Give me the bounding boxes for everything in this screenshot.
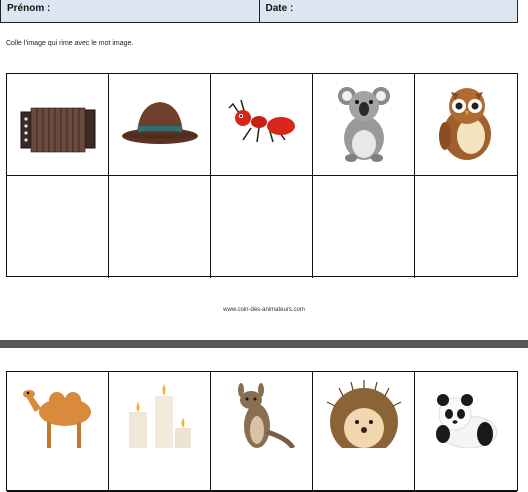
grid-cell-accordion [7,74,109,176]
owl-icon [439,88,491,160]
answer-cell[interactable] [211,176,313,278]
instruction-text: Colle l'image qui rime avec le mot image… [6,40,134,47]
grid-cell-kangaroo [211,372,313,492]
grid-cell-ant [211,74,313,176]
camel-icon [23,390,91,448]
panda-icon [436,394,498,448]
grid-cell-owl [415,74,517,176]
grid-cell-hedgehog [313,372,415,492]
date-field-label: Date : [258,0,518,22]
grid-cell-koala [313,74,415,176]
cutout-grid [6,371,518,492]
koala-icon [338,87,390,162]
worksheet-page: Prénom : Date : Colle l'image qui rime a… [0,0,528,340]
kangaroo-icon [238,383,296,448]
grid-cell-camel [7,372,109,492]
candles-icon [129,384,191,448]
answer-cell[interactable] [415,176,517,278]
hat-icon [122,102,198,144]
accordion-icon [20,107,96,153]
grid-cell-hat [109,74,211,176]
ant-icon [228,99,295,143]
header-table: Prénom : Date : [0,0,518,23]
answer-cell[interactable] [109,176,211,278]
hedgehog-icon [326,380,402,448]
grid-cell-candles [109,372,211,492]
name-field-label: Prénom : [7,3,51,14]
page-separator [0,340,528,348]
rhyme-grid [6,73,518,278]
footer-url: www.coin-des-animateurs.com [223,307,305,313]
answer-cell[interactable] [313,176,415,278]
answer-cell[interactable] [7,176,109,278]
grid-cell-panda [415,372,517,492]
